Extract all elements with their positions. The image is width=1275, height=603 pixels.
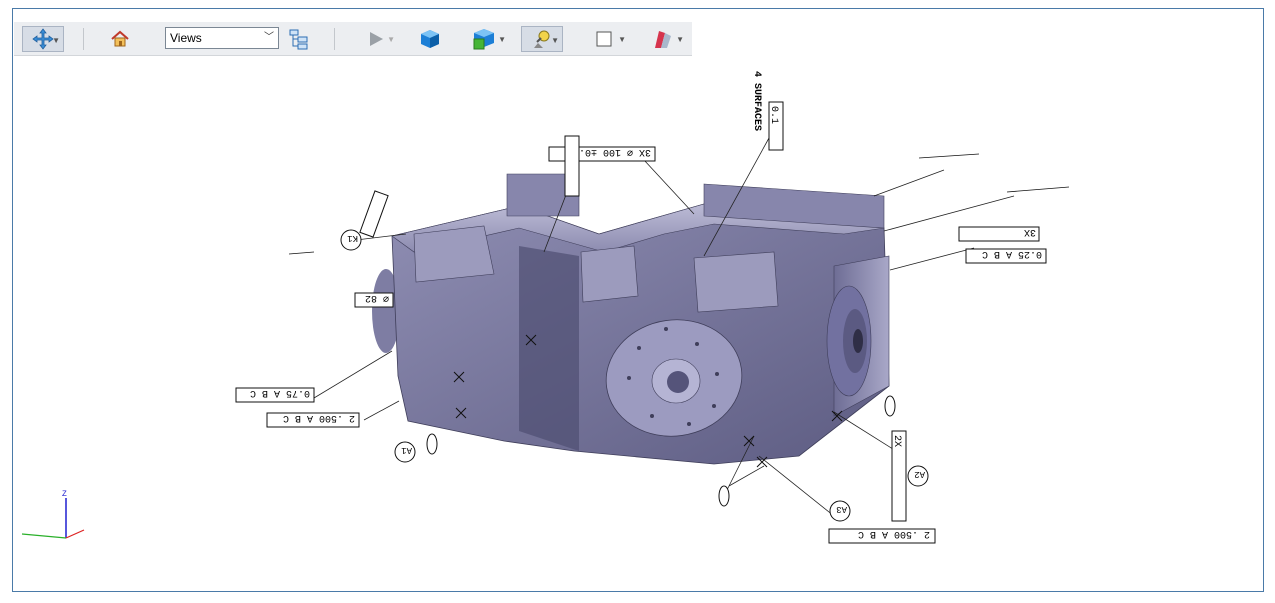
gearbox-housing[interactable] xyxy=(372,173,890,465)
views-dropdown[interactable]: Views ﹀ xyxy=(165,27,279,49)
tree-icon xyxy=(289,29,308,50)
note-4-surfaces: 4 SURFACES xyxy=(751,71,762,131)
fcf-3x-right-text: 3X xyxy=(1024,226,1036,237)
chevron-down-icon[interactable]: ▼ xyxy=(52,36,60,45)
toolbar-separator xyxy=(334,28,335,50)
fcf-vertical-right: 2X xyxy=(891,430,907,522)
fcf-100-text: 3X ⌀ 100 ±0.18 xyxy=(567,146,651,157)
explode-view-button[interactable]: ▼ xyxy=(464,26,506,52)
home-button[interactable] xyxy=(108,26,132,52)
svg-text:A1: A1 xyxy=(401,445,412,455)
chevron-down-icon[interactable]: ▼ xyxy=(387,35,395,44)
svg-text:K1: K1 xyxy=(347,233,358,243)
z-axis-label: Z xyxy=(62,490,67,499)
play-icon xyxy=(370,32,383,46)
cubes-icon xyxy=(473,29,494,50)
fcf-075: 0.75 A B C xyxy=(235,387,315,403)
fcf-01-text: 0.1 xyxy=(768,106,779,124)
axis-triad: Z xyxy=(21,490,85,539)
lighting-button[interactable]: ▼ xyxy=(521,26,563,52)
chevron-down-icon: ﹀ xyxy=(264,32,274,43)
toolbar-separator xyxy=(83,28,84,50)
fcf-2500-left-text: 2 .500 A B C xyxy=(283,412,355,423)
model-tree-button[interactable] xyxy=(287,26,311,52)
note-4-surfaces-text: 4 SURFACES xyxy=(751,71,762,131)
home-icon xyxy=(111,30,129,47)
chevron-down-icon[interactable]: ▼ xyxy=(551,36,559,45)
fcf-01: 0.1 xyxy=(768,101,784,151)
section-icon xyxy=(655,31,671,48)
cube-icon xyxy=(421,30,439,48)
svg-text:A3: A3 xyxy=(836,504,847,514)
datum-a1: A1 xyxy=(394,441,416,463)
fcf-82: ⌀ 82 xyxy=(354,292,394,308)
fcf-2500-right: 2 .500 A B C xyxy=(828,528,936,544)
toolbar: ▼ Views ﹀ ▼ ▼ ▼ ▼ ▼ xyxy=(14,22,692,56)
datum-a3: A3 xyxy=(829,500,851,522)
chevron-down-icon[interactable]: ▼ xyxy=(676,35,684,44)
move-icon xyxy=(32,28,54,50)
views-dropdown-label: Views xyxy=(170,31,202,45)
play-button[interactable]: ▼ xyxy=(357,26,395,52)
background-button[interactable]: ▼ xyxy=(582,26,626,52)
fcf-top-center xyxy=(564,135,580,197)
fcf-vertical-right-text: 2X xyxy=(891,435,902,447)
fcf-top-left xyxy=(359,190,389,238)
square-icon xyxy=(596,31,612,47)
shaded-view-button[interactable] xyxy=(417,26,443,52)
chevron-down-icon[interactable]: ▼ xyxy=(618,35,626,44)
svg-text:A2: A2 xyxy=(914,469,925,479)
fcf-025-text: 0.25 A B C xyxy=(982,248,1042,259)
fcf-2500-left: 2 .500 A B C xyxy=(266,412,360,428)
fcf-025: 0.25 A B C xyxy=(965,248,1047,264)
fcf-2500-right-text: 2 .500 A B C xyxy=(858,528,930,539)
fcf-075-text: 0.75 A B C xyxy=(250,387,310,398)
model-viewport[interactable]: 0.75 A B C 2 .500 A B C 2 .500 A B C 0.2… xyxy=(14,56,1262,590)
fcf-3x-right: 3X xyxy=(958,226,1040,242)
move-button[interactable]: ▼ xyxy=(22,26,64,52)
lamp-icon xyxy=(534,30,550,48)
datum-a2: A2 xyxy=(907,465,929,487)
datum-k1: K1 xyxy=(340,229,362,251)
fcf-82-text: ⌀ 82 xyxy=(365,292,389,303)
section-button[interactable]: ▼ xyxy=(642,26,684,52)
chevron-down-icon[interactable]: ▼ xyxy=(498,35,506,44)
